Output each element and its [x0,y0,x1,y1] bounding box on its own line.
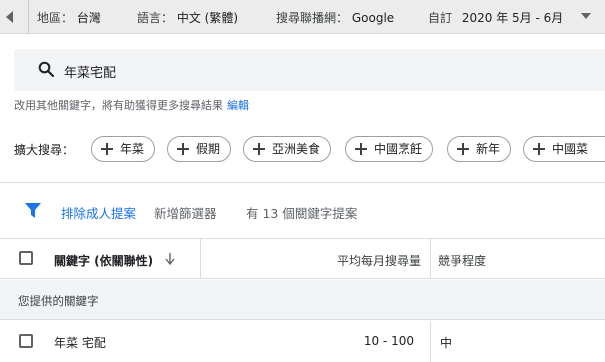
chip-label: 新年 [476,142,501,156]
keyword-cell: 年菜 宅配 [54,336,106,350]
broaden-chip[interactable]: 中國菜 [523,136,605,162]
edit-link[interactable]: 編輯 [227,99,249,112]
broaden-search-label: 擴大搜尋： [14,143,75,157]
language-value: 中文 (繁體) [176,11,239,25]
competition-column-header[interactable]: 競爭程度 [438,252,486,269]
column-divider [430,239,431,279]
filter-icon[interactable] [25,203,41,218]
avg-searches-cell: 10 - 100 [363,334,414,348]
plus-icon [457,143,469,155]
search-query[interactable]: 年菜宅配 [64,62,116,81]
broaden-chip[interactable]: 中國烹飪 [345,136,434,162]
plus-icon [101,143,113,155]
hint-text: 改用其他關鍵字，將有助獲得更多搜尋結果 [14,99,223,112]
location-setting[interactable]: 地區： 台灣 [37,9,101,26]
settings-bar: 地區： 台灣 語言： 中文 (繁體) 搜尋聯播網： Google 自訂 2020… [0,0,605,34]
dropdown-caret-icon[interactable] [581,13,591,19]
back-arrow-icon[interactable] [6,11,13,23]
chip-label: 亞洲美食 [272,142,321,156]
row-checkbox[interactable] [19,334,33,348]
date-range-label: 自訂 [428,11,453,25]
plus-icon [177,143,189,155]
avg-searches-column-header[interactable]: 平均每月搜尋量 [337,252,421,269]
exclude-adult-filter[interactable]: 排除成人提案 [61,203,136,222]
table-header: 關鍵字 (依關聯性) 平均每月搜尋量 競爭程度 [0,238,605,279]
network-value: Google [351,11,395,25]
language-label: 語言： [137,11,174,25]
group-label: 您提供的關鍵字 [18,294,99,308]
location-label: 地區： [37,11,74,25]
keyword-search-box[interactable]: 年菜宅配 [14,49,605,91]
language-setting[interactable]: 語言： 中文 (繁體) [137,9,238,26]
keyword-column-header[interactable]: 關鍵字 (依關聯性) [54,252,153,269]
search-hint: 改用其他關鍵字，將有助獲得更多搜尋結果 編輯 [14,97,249,113]
network-setting[interactable]: 搜尋聯播網： Google [276,9,394,26]
broaden-chip[interactable]: 年菜 [91,136,156,162]
broaden-chip[interactable]: 新年 [447,136,512,162]
plus-icon [355,143,367,155]
chip-label: 年菜 [120,142,145,156]
search-icon [38,61,54,77]
date-range-setting[interactable]: 自訂 2020 年 5月 - 6月 [428,9,563,26]
date-range-value: 2020 年 5月 - 6月 [461,11,564,25]
result-count: 有 13 個關鍵字提案 [246,206,358,221]
settings-bar-divider [28,0,29,34]
broaden-chip[interactable]: 假期 [167,136,232,162]
sort-down-arrow-icon[interactable] [165,253,175,265]
network-label: 搜尋聯播網： [276,11,349,25]
competition-cell: 中 [440,336,453,350]
table-row[interactable]: 年菜 宅配 10 - 100 中 [0,321,605,362]
plus-icon [533,143,545,155]
add-filter-button[interactable]: 新增篩選器 [154,203,217,222]
location-value: 台灣 [76,11,101,25]
section-divider [0,182,605,183]
chip-label: 中國菜 [552,142,589,156]
broaden-chip[interactable]: 亞洲美食 [243,136,332,162]
plus-icon [253,143,265,155]
chip-label: 假期 [196,142,221,156]
column-divider [430,321,431,362]
select-all-checkbox[interactable] [19,251,33,265]
column-divider [200,239,201,279]
group-header-row: 您提供的關鍵字 [0,280,605,320]
chip-label: 中國烹飪 [374,142,423,156]
